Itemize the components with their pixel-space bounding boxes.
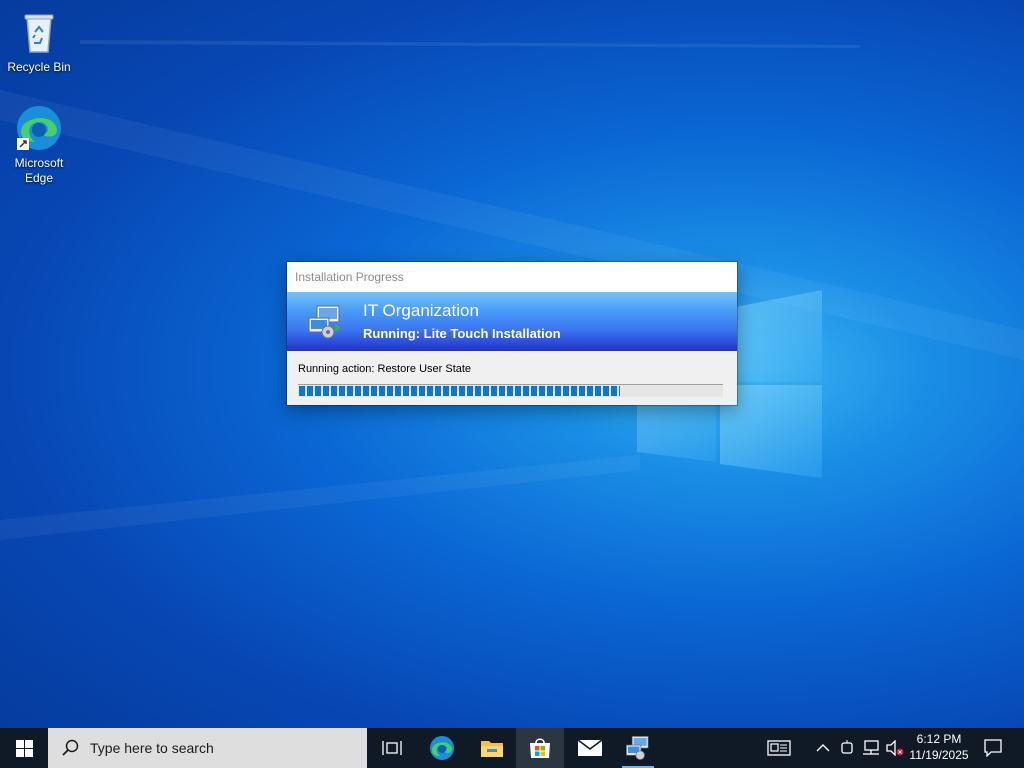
clock-time: 6:12 PM <box>916 732 962 746</box>
clock-date: 11/19/2025 <box>909 748 969 762</box>
action-center-button[interactable] <box>978 728 1008 768</box>
show-hidden-icons-button[interactable] <box>812 728 834 768</box>
taskbar-deployment-button[interactable] <box>614 728 662 768</box>
progress-bar <box>298 384 723 397</box>
file-explorer-icon <box>481 741 503 757</box>
task-view-button[interactable] <box>368 728 416 768</box>
windows-logo-icon <box>15 739 33 757</box>
taskbar-mail-button[interactable] <box>566 728 614 768</box>
device-icon <box>841 740 853 754</box>
news-icon <box>767 740 791 756</box>
deployment-icon <box>626 736 649 760</box>
edge-icon <box>15 104 63 152</box>
task-view-icon <box>382 741 402 755</box>
search-placeholder: Type here to search <box>90 740 214 756</box>
desktop-icon-label: Recycle Bin <box>7 60 71 74</box>
network-button[interactable] <box>860 728 882 768</box>
taskbar-file-explorer-button[interactable] <box>468 728 516 768</box>
dialog-body: Running action: Restore User State <box>287 351 737 405</box>
dialog-banner: IT Organization Running: Lite Touch Inst… <box>287 292 737 351</box>
deployment-icon <box>307 304 343 340</box>
current-action: Running action: Restore User State <box>298 363 472 375</box>
search-icon <box>62 739 79 756</box>
installation-progress-dialog: Installation Progress IT Organization Ru… <box>287 262 737 405</box>
notification-icon <box>984 739 1002 757</box>
taskbar-edge-button[interactable] <box>418 728 466 768</box>
running-status: Running: Lite Touch Installation <box>363 326 561 341</box>
taskbar: Type here to search 6:12 PM 11/19/2025 <box>0 728 1024 768</box>
chevron-up-icon <box>816 744 830 752</box>
start-button[interactable] <box>0 728 48 768</box>
organization-name: IT Organization <box>363 301 479 320</box>
progress-fill <box>299 386 620 396</box>
news-widget-button[interactable] <box>762 728 796 768</box>
desktop-icon-recycle-bin[interactable]: Recycle Bin <box>1 8 77 75</box>
tray-app-button[interactable] <box>836 728 858 768</box>
system-clock[interactable]: 6:12 PM 11/19/2025 <box>906 731 972 763</box>
desktop-icon-label: Microsoft Edge <box>14 156 64 185</box>
taskbar-store-button[interactable] <box>516 728 564 768</box>
recycle-bin-icon <box>15 8 63 56</box>
desktop-icon-edge[interactable]: Microsoft Edge <box>1 104 77 186</box>
edge-icon <box>430 736 454 760</box>
volume-button[interactable] <box>884 728 906 768</box>
taskbar-search-box[interactable]: Type here to search <box>48 728 367 768</box>
volume-muted-icon <box>886 740 904 756</box>
dialog-title: Installation Progress <box>287 262 737 292</box>
store-icon <box>530 738 550 758</box>
mail-icon <box>577 739 603 756</box>
network-icon <box>863 740 879 755</box>
